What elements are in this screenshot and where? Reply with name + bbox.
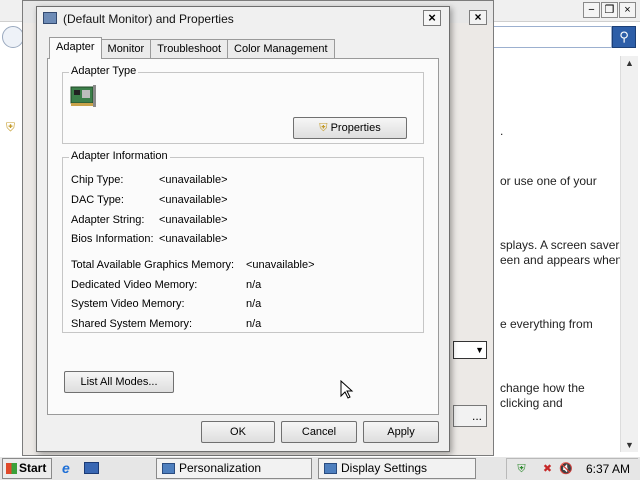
bios-information-value: <unavailable> — [159, 233, 228, 245]
system-tray: ⛨ ✖ 🔇 6:37 AM — [506, 458, 638, 479]
description-text: change how the — [500, 381, 585, 395]
graphics-card-icon — [70, 85, 96, 107]
start-label: Start — [19, 461, 47, 475]
advanced-button[interactable]: ... — [453, 405, 487, 427]
internet-explorer-icon[interactable]: e — [62, 461, 77, 476]
vertical-scrollbar[interactable]: ▲ ▼ — [620, 56, 638, 452]
description-text: clicking and — [500, 396, 563, 410]
dedicated-video-memory-label: Dedicated Video Memory: — [71, 279, 198, 291]
description-text: or use one of your — [500, 174, 597, 188]
shared-system-memory-value: n/a — [246, 318, 262, 330]
search-input[interactable] — [480, 26, 612, 48]
chevron-down-icon: ▼ — [475, 345, 484, 355]
shield-icon: ⛨ — [6, 120, 16, 134]
apply-button[interactable]: Apply — [363, 421, 439, 443]
system-video-memory-value: n/a — [246, 298, 262, 310]
description-text: e everything from — [500, 317, 593, 331]
properties-dialog: (Default Monitor) and Properties × Adapt… — [36, 6, 450, 452]
display-settings-close-button[interactable]: × — [469, 10, 487, 25]
description-text: . — [500, 124, 504, 138]
properties-button-label: Properties — [330, 122, 381, 134]
adapter-string-value: <unavailable> — [159, 214, 228, 226]
volume-muted-icon[interactable]: 🔇 — [559, 463, 573, 476]
adapter-string-label: Adapter String: — [71, 214, 145, 226]
close-button[interactable]: × — [619, 2, 636, 18]
tab-monitor[interactable]: Monitor — [100, 39, 152, 59]
taskbar-item-label: Personalization — [179, 461, 262, 475]
tab-adapter[interactable]: Adapter — [49, 37, 102, 59]
tab-color-management[interactable]: Color Management — [227, 39, 335, 59]
taskbar-item-personalization[interactable]: Personalization — [156, 458, 312, 479]
network-icon[interactable]: ✖ — [541, 463, 554, 476]
security-shield-icon[interactable]: ⛨ — [515, 463, 528, 476]
shield-icon: ⛨ — [319, 122, 328, 134]
taskbar-item-display-settings[interactable]: Display Settings — [318, 458, 476, 479]
cancel-button[interactable]: Cancel — [281, 421, 357, 443]
show-desktop-icon[interactable] — [84, 462, 99, 474]
adapter-information-group: Adapter Information Chip Type: <unavaila… — [62, 150, 424, 333]
mouse-cursor-icon — [340, 380, 354, 399]
adapter-properties-button[interactable]: ⛨ Properties — [293, 117, 407, 139]
tab-troubleshoot[interactable]: Troubleshoot — [150, 39, 229, 59]
adapter-tab-panel: Adapter Type ⛨ Properties Adapter Inform… — [47, 58, 439, 415]
adapter-type-group: Adapter Type ⛨ Properties — [62, 65, 424, 144]
monitor-icon — [43, 12, 57, 24]
group-label: Adapter Information — [69, 150, 170, 162]
ok-button[interactable]: OK — [201, 421, 275, 443]
window-controls: − ❐ × — [583, 2, 636, 18]
list-all-modes-button[interactable]: List All Modes... — [64, 371, 174, 393]
windows-logo-icon — [6, 463, 17, 474]
dialog-title: (Default Monitor) and Properties — [63, 12, 234, 26]
chip-type-label: Chip Type: — [71, 174, 124, 186]
start-button[interactable]: Start — [2, 458, 52, 479]
system-video-memory-label: System Video Memory: — [71, 298, 185, 310]
maximize-button[interactable]: ❐ — [601, 2, 618, 18]
group-label: Adapter Type — [69, 65, 139, 77]
description-text: een and appears when — [500, 253, 623, 267]
search-icon[interactable]: ⚲ — [612, 26, 636, 48]
shared-system-memory-label: Shared System Memory: — [71, 318, 193, 330]
clock[interactable]: 6:37 AM — [586, 462, 630, 476]
dialog-titlebar: (Default Monitor) and Properties × — [37, 7, 449, 31]
personalization-icon — [162, 463, 175, 474]
dedicated-video-memory-value: n/a — [246, 279, 262, 291]
minimize-button[interactable]: − — [583, 2, 600, 18]
taskbar: Start e Personalization Display Settings… — [0, 456, 640, 480]
dialog-close-button[interactable]: × — [423, 10, 441, 26]
chip-type-value: <unavailable> — [159, 174, 228, 186]
taskbar-item-label: Display Settings — [341, 461, 428, 475]
dac-type-label: DAC Type: — [71, 194, 124, 206]
scroll-down-icon[interactable]: ▼ — [625, 440, 634, 450]
scroll-up-icon[interactable]: ▲ — [625, 58, 634, 68]
description-text: splays. A screen saver — [500, 238, 620, 252]
display-settings-icon — [324, 463, 337, 474]
bios-information-label: Bios Information: — [71, 233, 154, 245]
back-button[interactable] — [2, 26, 24, 48]
total-graphics-memory-value: <unavailable> — [246, 259, 315, 271]
total-graphics-memory-label: Total Available Graphics Memory: — [71, 259, 235, 271]
tab-strip: Adapter Monitor Troubleshoot Color Manag… — [49, 37, 335, 59]
dac-type-value: <unavailable> — [159, 194, 228, 206]
dropdown[interactable]: ▼ — [453, 341, 487, 359]
